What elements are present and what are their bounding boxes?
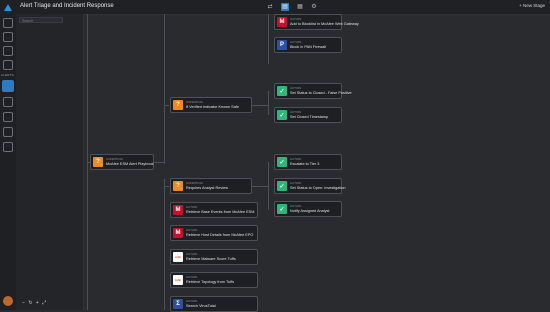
connector (252, 105, 269, 106)
node-label: Search VirusTotal (186, 304, 216, 308)
mcafee-icon: M (173, 205, 183, 215)
check-icon: ✓ (277, 86, 287, 96)
node-kind: Action (290, 86, 302, 90)
node-kind: Condition (186, 100, 203, 104)
node-kind: Action (290, 40, 302, 44)
node-kind: Action (186, 252, 198, 256)
list-icon[interactable] (3, 60, 13, 70)
connector (164, 179, 165, 310)
avatar[interactable] (3, 296, 13, 306)
workflow-node[interactable]: P Action Block in PAN Firewall (274, 37, 342, 53)
zoom-in-button[interactable]: + (36, 300, 39, 306)
node-label: Set Closed Timestamp (290, 115, 329, 119)
node-label: Retrieve Host Details from McAfee EPO (186, 233, 254, 237)
pan-icon: P (277, 40, 287, 50)
shield-icon[interactable] (3, 32, 13, 42)
workflow-node[interactable]: ? Condition McAfee ESM Alert Playbook (90, 154, 154, 170)
tuffs-icon: tufin (173, 275, 183, 285)
node-kind: Condition (106, 157, 123, 161)
node-kind: Action (186, 205, 198, 209)
condition-icon: ? (173, 100, 183, 110)
node-kind: Action (186, 228, 198, 232)
node-kind: Action (290, 157, 302, 161)
zoom-controls: − ↻ + ⤢ (22, 300, 46, 306)
node-label: Escalate to Tier 3 (290, 162, 320, 166)
node-kind: Action (186, 275, 198, 279)
app-logo-icon (4, 4, 12, 11)
playbooks-icon[interactable] (2, 80, 14, 92)
workflow-node[interactable]: ? Condition Requires Analyst Review (170, 178, 252, 194)
node-label: Notify Assigned Analyst (290, 209, 330, 213)
connector (268, 162, 269, 210)
workflow-node[interactable]: M Action Retrieve Host Details from McAf… (170, 225, 258, 241)
connector (252, 186, 269, 187)
shuffle-icon[interactable]: ⇄ (266, 3, 274, 11)
node-kind: Action (290, 110, 302, 114)
connector (268, 91, 269, 115)
workflow-node[interactable]: ✓ Action Set Status to Open: Investigati… (274, 178, 346, 194)
check-icon: ✓ (277, 110, 287, 120)
workflow-canvas[interactable]: M Action Add to Blocklist in McAfee Web … (84, 14, 550, 312)
node-label: Block in PAN Firewall (290, 45, 327, 49)
node-label: McAfee ESM Alert Playbook (106, 162, 154, 166)
node-kind: Action (186, 299, 198, 303)
search-input[interactable]: Search (19, 17, 63, 23)
node-label: Retrieve Topology from Tuffs (186, 280, 235, 284)
workflow-node[interactable]: ✓ Action Escalate to Tier 3 (274, 154, 342, 170)
connector (268, 14, 269, 64)
tools-icon[interactable] (3, 142, 13, 152)
zoom-out-button[interactable]: − (22, 300, 25, 306)
check-icon: ✓ (277, 204, 287, 214)
grid-icon[interactable] (3, 112, 13, 122)
condition-icon: ? (93, 157, 103, 167)
node-kind: Action (290, 17, 302, 21)
mcafee-icon: M (173, 228, 183, 238)
dashboard-icon[interactable] (3, 18, 13, 28)
node-label: Set Status to Closed - False Positive (290, 91, 352, 95)
node-label: Requires Analyst Review (186, 186, 228, 190)
mcafee-icon: M (277, 17, 287, 27)
virustotal-icon: Σ (173, 299, 183, 309)
check-icon: ✓ (277, 157, 287, 167)
node-kind: Action (290, 204, 302, 208)
node-kind: Condition (186, 181, 203, 185)
connector (154, 162, 164, 163)
node-kind: Action (290, 181, 302, 185)
node-label: Add to Blocklist in McAfee Web Gateway (290, 22, 359, 26)
workflow-node[interactable]: ✓ Action Set Closed Timestamp (274, 107, 342, 123)
new-stage-button[interactable]: + New Stage (519, 3, 545, 8)
connector (164, 14, 165, 164)
connector (164, 186, 169, 187)
settings-icon[interactable]: ⚙ (310, 3, 318, 11)
workflow-node[interactable]: M Action Add to Blocklist in McAfee Web … (274, 14, 359, 30)
condition-icon: ? (173, 181, 183, 191)
refresh-icon[interactable]: ↻ (28, 300, 32, 306)
left-sidebar: ALERTS (0, 0, 17, 310)
sidebar-section-label: ALERTS (1, 73, 14, 77)
connector (164, 105, 169, 106)
workflow-node[interactable]: ✓ Action Set Status to Closed - False Po… (274, 83, 352, 99)
book-icon[interactable] (3, 46, 13, 56)
node-label: Retrieve Base Events from McAfee ESM (186, 210, 255, 214)
workflow-node[interactable]: ? Condition If Verified Indicator Known … (170, 97, 252, 113)
fit-button[interactable]: ⤢ (42, 300, 46, 306)
left-panel: Search (16, 14, 84, 310)
layout-icon[interactable]: ▤ (281, 3, 289, 11)
workflow-node[interactable]: M Action Retrieve Base Events from McAfe… (170, 202, 258, 218)
settings-icon[interactable] (3, 127, 13, 137)
tuffs-icon: tufin (173, 252, 183, 262)
page-title: Alert Triage and Incident Response (20, 3, 114, 9)
table-icon[interactable]: ▦ (296, 3, 304, 11)
check-icon: ✓ (277, 181, 287, 191)
node-label: If Verified Indicator Known Safe (186, 105, 239, 109)
workflow-node[interactable]: ✓ Action Notify Assigned Analyst (274, 201, 342, 217)
globe-icon[interactable] (3, 97, 13, 107)
workflow-node[interactable]: tufin Action Retrieve Malware Score Tuff… (170, 249, 258, 265)
node-label: Set Status to Open: Investigation (290, 186, 346, 190)
top-bar: Alert Triage and Incident Response ⇄ ▤ ▦… (16, 0, 550, 15)
workflow-node[interactable]: tufin Action Retrieve Topology from Tuff… (170, 272, 258, 288)
node-label: Retrieve Malware Score Tuffs (186, 257, 236, 261)
